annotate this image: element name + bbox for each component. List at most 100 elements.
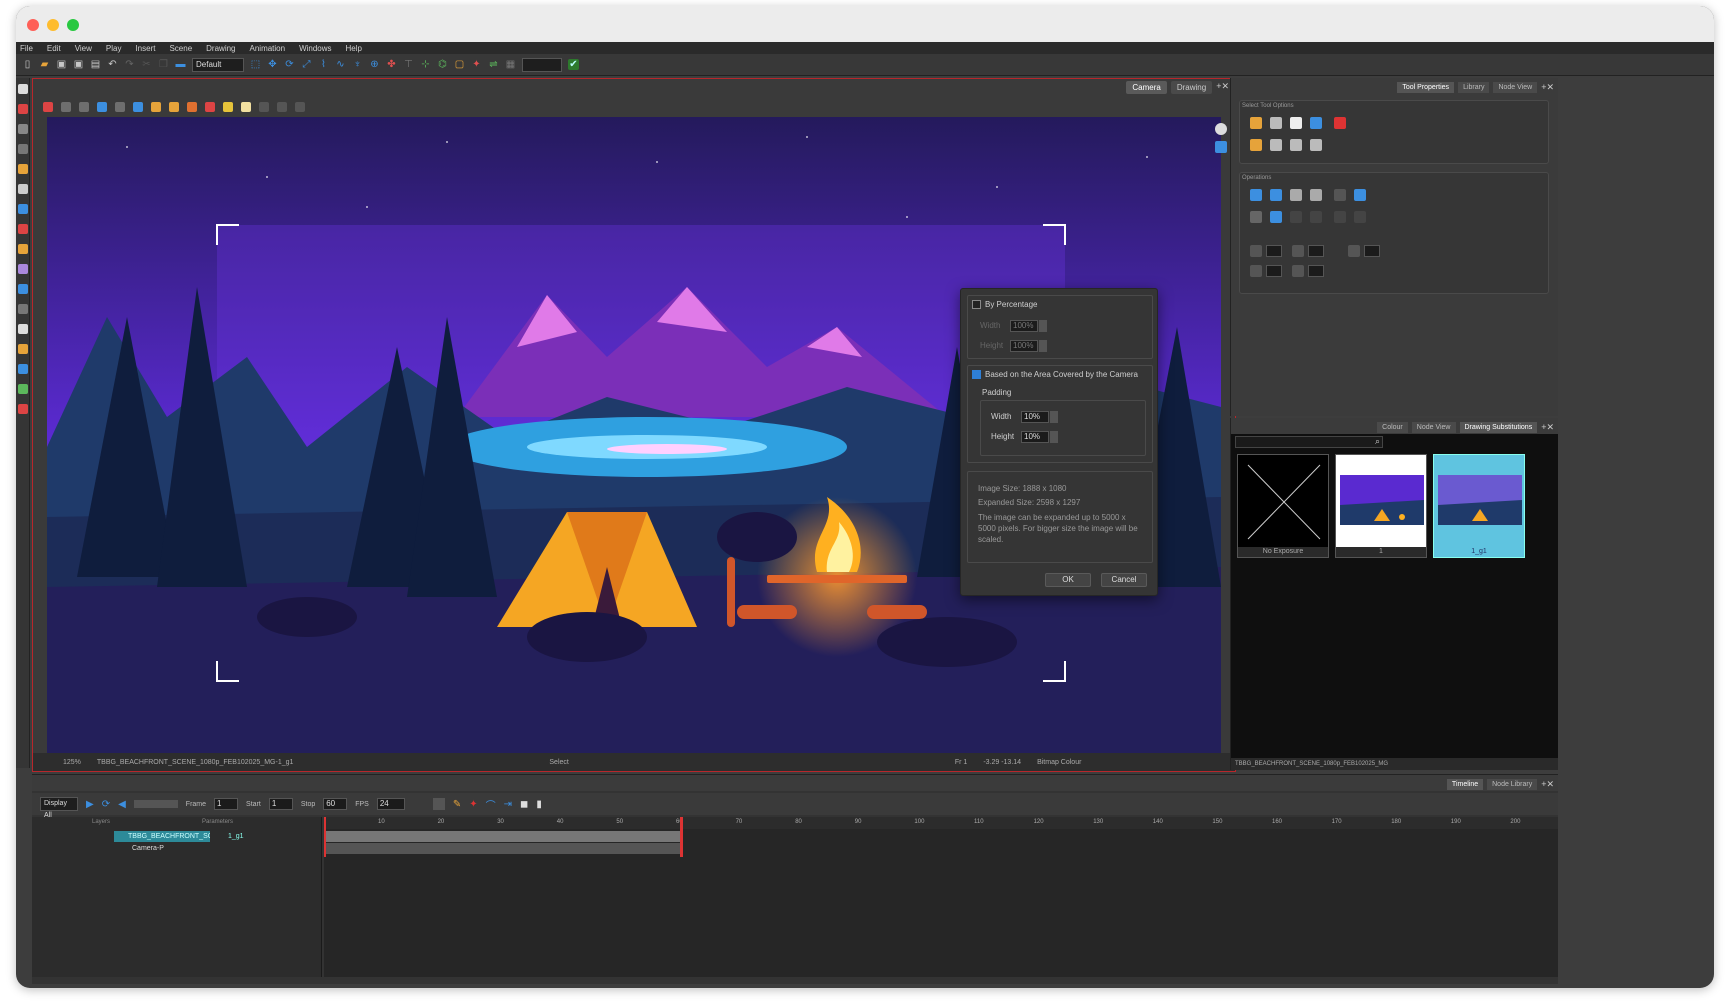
transform-tool-icon[interactable] (17, 344, 28, 354)
add-panel-tab-icon-2[interactable]: +✕ (1541, 422, 1554, 433)
spline-icon[interactable]: ∿ (335, 59, 346, 70)
peg-icon[interactable]: ⊤ (403, 59, 414, 70)
line-mode-icon[interactable] (205, 102, 215, 112)
tab-node-view-2[interactable]: Node View (1411, 422, 1456, 433)
create-colour-art-icon[interactable] (1250, 211, 1262, 223)
drawing-exposure-bar[interactable] (324, 831, 682, 842)
ease-icon[interactable]: ⌒ (486, 797, 496, 812)
dropper-tool-icon[interactable] (17, 384, 28, 394)
weighted-icon[interactable]: ⇌ (488, 59, 499, 70)
menu-animation[interactable]: Animation (250, 44, 286, 53)
pct-width-spinner[interactable] (1039, 320, 1047, 332)
cut-icon[interactable]: ✂ (141, 59, 152, 70)
morph-icon[interactable]: ⊹ (420, 59, 431, 70)
contour-tool-icon[interactable] (17, 264, 28, 274)
bone-icon[interactable]: ♆ (352, 59, 363, 70)
pct-height-spinner[interactable] (1039, 340, 1047, 352)
layer-row-drawing[interactable]: TBBG_BEACHFRONT_SCENE_... 1_g1 (32, 831, 322, 842)
rectangle-tool-icon[interactable] (17, 204, 28, 214)
pencil-tool-icon[interactable] (17, 124, 28, 134)
add-tab-icon[interactable]: +✕ (1216, 81, 1229, 94)
tab-drawing-substitutions[interactable]: Drawing Substitutions (1459, 422, 1538, 433)
add-panel-tab-icon[interactable]: +✕ (1541, 82, 1554, 93)
optimize-icon[interactable] (1354, 211, 1366, 223)
tab-drawing[interactable]: Drawing (1170, 81, 1213, 94)
safe-area-icon[interactable] (97, 102, 107, 112)
open-folder-icon[interactable]: ▰ (39, 59, 50, 70)
onion-skin-icon[interactable] (43, 102, 53, 112)
settings-icon[interactable] (61, 102, 71, 112)
zoom-level[interactable]: 125% (63, 759, 81, 766)
marquee-icon[interactable] (1270, 117, 1282, 129)
redo-icon[interactable]: ↷ (124, 59, 135, 70)
menu-scene[interactable]: Scene (169, 44, 192, 53)
rotate-ccw-icon[interactable] (1290, 189, 1302, 201)
sound-icon[interactable]: ◀ (118, 799, 126, 810)
stop-marker[interactable] (680, 817, 683, 857)
pad-width-input[interactable]: 10% (1021, 411, 1049, 423)
skew-icon[interactable]: ⌇ (318, 59, 329, 70)
extend-exposure-icon[interactable]: ⇥ (504, 799, 512, 810)
loop-icon[interactable]: ⟳ (102, 799, 110, 810)
playhead[interactable] (324, 817, 326, 857)
grid-icon[interactable] (79, 102, 89, 112)
save-icon[interactable]: ▣ (56, 59, 67, 70)
ik-icon[interactable]: ✤ (386, 59, 397, 70)
menu-help[interactable]: Help (346, 44, 362, 53)
transform-icon[interactable]: ✥ (267, 59, 278, 70)
tab-node-view[interactable]: Node View (1493, 82, 1538, 93)
select-tool-icon[interactable] (17, 84, 28, 94)
rotate-icon[interactable]: ⟳ (284, 59, 295, 70)
camera-select[interactable] (522, 57, 562, 72)
maximize-window-button[interactable] (67, 19, 79, 31)
pad-height-input[interactable]: 10% (1021, 431, 1049, 443)
ellipse-tool-icon[interactable] (17, 224, 28, 234)
select-by-colour-icon[interactable] (1250, 139, 1262, 151)
height-input[interactable] (1308, 265, 1324, 277)
field-chart-icon[interactable] (115, 102, 125, 112)
camera-area-checkbox[interactable]: Based on the Area Covered by the Camera (972, 370, 1138, 380)
remove-dots-icon[interactable] (1334, 211, 1346, 223)
tab-node-library[interactable]: Node Library (1487, 779, 1538, 790)
tab-camera[interactable]: Camera (1126, 81, 1167, 94)
camera-exposure-bar[interactable] (324, 843, 682, 854)
menu-play[interactable]: Play (106, 44, 122, 53)
angle-input[interactable] (1364, 245, 1380, 257)
pct-height-input[interactable]: 100% (1010, 340, 1038, 352)
mark-key-icon[interactable]: ◼ (520, 799, 528, 810)
close-window-button[interactable] (27, 19, 39, 31)
pivot-mode-icon[interactable] (223, 102, 233, 112)
smooth-tool-icon[interactable] (17, 304, 28, 314)
select-strokes-icon[interactable] (1270, 139, 1282, 151)
auto-light-table-icon[interactable] (133, 102, 143, 112)
permanent-selection-icon[interactable] (1310, 139, 1322, 151)
camera-mask-icon[interactable] (1215, 141, 1227, 153)
pct-width-input[interactable]: 100% (1010, 320, 1038, 332)
tab-colour[interactable]: Colour (1377, 422, 1408, 433)
lock-icon[interactable]: ▦ (505, 59, 516, 70)
lock-drawing-icon[interactable] (151, 102, 161, 112)
zoom-tool-icon[interactable] (17, 404, 28, 414)
onion-skin-toggle-icon[interactable] (432, 798, 445, 810)
hand-tool-icon[interactable] (17, 324, 28, 334)
frame-input[interactable]: 1 (214, 798, 239, 810)
camera-tool-icon[interactable] (17, 364, 28, 374)
workspace-select[interactable]: Default (192, 57, 244, 72)
import-icon[interactable]: ▤ (90, 59, 101, 70)
menu-edit[interactable]: Edit (47, 44, 61, 53)
ok-button[interactable]: OK (1045, 573, 1091, 587)
deform-icon[interactable]: ⌬ (437, 59, 448, 70)
menu-windows[interactable]: Windows (299, 44, 331, 53)
pencil-to-brush-icon[interactable] (1310, 211, 1322, 223)
lasso-icon[interactable] (1250, 117, 1262, 129)
snap-contour-icon[interactable] (1310, 117, 1322, 129)
texture-icon[interactable] (1290, 211, 1302, 223)
flatten-icon[interactable] (1270, 211, 1282, 223)
smooth-icon[interactable] (1334, 189, 1346, 201)
rotate-cw-icon[interactable] (1310, 189, 1322, 201)
save-as-icon[interactable]: ▣ (73, 59, 84, 70)
layout-icon[interactable]: ▬ (175, 59, 186, 70)
menu-drawing[interactable]: Drawing (206, 44, 235, 53)
cancel-button[interactable]: Cancel (1101, 573, 1147, 587)
layer-name-camera[interactable]: Camera-P (132, 843, 164, 854)
